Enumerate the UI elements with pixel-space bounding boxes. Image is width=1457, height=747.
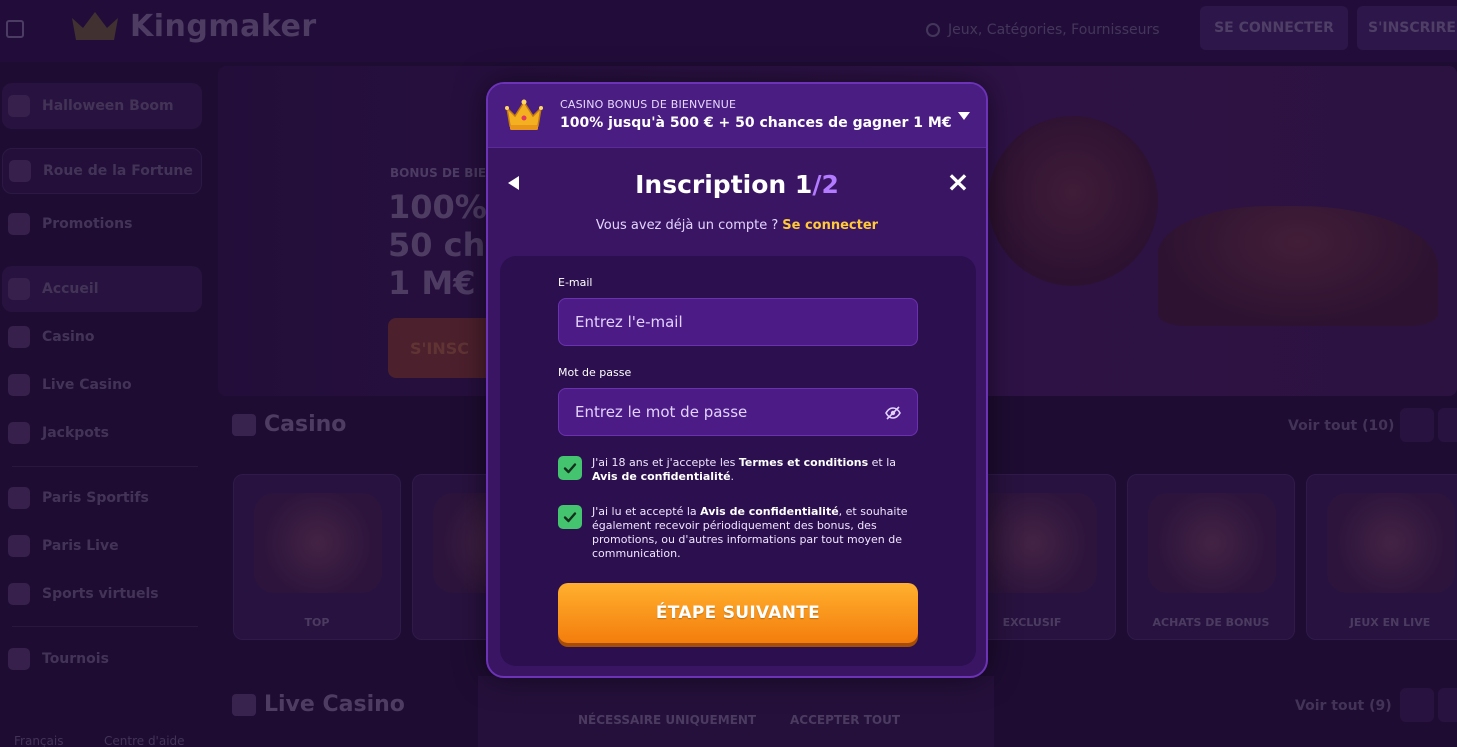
email-field[interactable] (558, 298, 918, 346)
terms-link[interactable]: Termes et conditions (739, 456, 868, 469)
next-step-button[interactable]: ÉTAPE SUIVANTE (558, 583, 918, 643)
age-terms-checkbox[interactable] (558, 456, 582, 480)
step-current: 1 (794, 170, 813, 199)
marketing-consent-text: J'ai lu et accepté la Avis de confidenti… (592, 505, 922, 561)
registration-form: E-mail Mot de passe J'ai 18 ans et j'acc… (500, 256, 976, 666)
step-total: 2 (821, 170, 839, 199)
consent-text: et la (868, 456, 897, 469)
password-input[interactable] (575, 403, 875, 421)
have-account-text: Vous avez déjà un compte ? (595, 218, 779, 233)
chevron-down-icon[interactable] (958, 112, 970, 120)
password-label: Mot de passe (558, 366, 632, 379)
consent-text: . (730, 470, 735, 483)
password-field[interactable] (558, 388, 918, 436)
bonus-kicker: CASINO BONUS DE BIENVENUE (560, 98, 737, 111)
bonus-description: 100% jusqu'à 500 € + 50 chances de gagne… (560, 115, 952, 131)
email-label: E-mail (558, 276, 593, 289)
close-icon[interactable]: × (946, 168, 970, 196)
modal-title: Inscription 1/2 (488, 170, 986, 199)
crown-icon (505, 99, 543, 130)
registration-modal: CASINO BONUS DE BIENVENUE 100% jusqu'à 5… (486, 82, 988, 678)
eye-off-icon[interactable] (885, 405, 901, 421)
age-terms-text: J'ai 18 ans et j'accepte les Termes et c… (592, 456, 922, 484)
checkmark-icon (563, 512, 577, 523)
marketing-consent-checkbox[interactable] (558, 505, 582, 529)
email-input[interactable] (575, 313, 875, 331)
consent-text: J'ai lu et accepté la (592, 505, 701, 518)
privacy-link[interactable]: Avis de confidentialité (592, 470, 731, 483)
privacy-link[interactable]: Avis de confidentialité (700, 505, 839, 518)
login-link[interactable]: Se connecter (782, 218, 878, 233)
title-text: Inscription (635, 170, 787, 199)
consent-text: J'ai 18 ans et j'accepte les (592, 456, 739, 469)
have-account-line: Vous avez déjà un compte ? Se connecter (488, 218, 986, 233)
checkmark-icon (563, 463, 577, 474)
welcome-bonus-header[interactable]: CASINO BONUS DE BIENVENUE 100% jusqu'à 5… (488, 84, 986, 148)
